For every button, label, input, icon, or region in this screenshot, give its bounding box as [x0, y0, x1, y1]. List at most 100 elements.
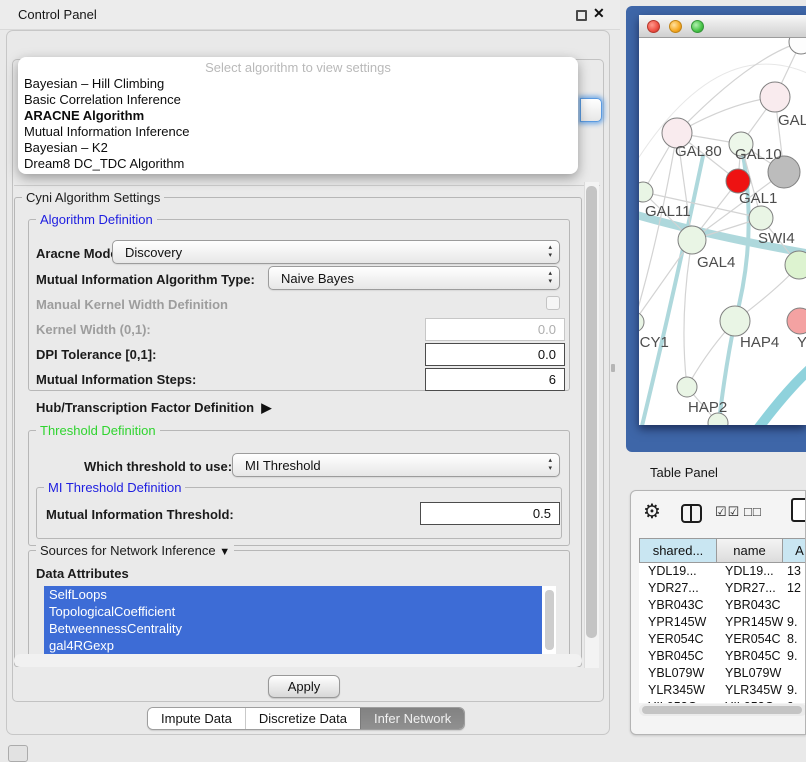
document-icon[interactable] — [791, 498, 806, 522]
apply-button[interactable]: Apply — [268, 675, 340, 698]
table-panel-title: Table Panel — [650, 465, 718, 480]
zoom-traffic-light-icon[interactable] — [691, 20, 704, 33]
tab-impute-data[interactable]: Impute Data — [148, 708, 245, 729]
algorithm-option[interactable]: Mutual Information Inference — [24, 124, 572, 140]
kernel-width-field[interactable]: 0.0 — [425, 318, 565, 341]
dpi-tolerance-field[interactable]: 0.0 — [425, 343, 565, 366]
table-cell: YBL079W — [639, 665, 717, 682]
tab-discretize-data[interactable]: Discretize Data — [245, 708, 360, 729]
column-header[interactable]: shared... — [639, 538, 717, 563]
panel-splitter[interactable] — [611, 364, 615, 372]
table-row[interactable]: YBL079WYBL079W — [639, 665, 806, 682]
mi-steps-field[interactable]: 6 — [425, 368, 565, 391]
data-attribute-option[interactable]: TopologicalCoefficient — [44, 603, 542, 620]
table-row[interactable]: YLR345WYLR345W9. — [639, 682, 806, 699]
algorithm-options: Bayesian – Hill ClimbingBasic Correlatio… — [24, 76, 572, 172]
data-attributes-list[interactable]: SelfLoopsTopologicalCoefficientBetweenne… — [44, 586, 556, 656]
node-label: GCY1 — [639, 334, 669, 351]
table-cell: YDR27... — [717, 580, 783, 597]
network-node-gal1[interactable] — [749, 206, 773, 230]
table-cell — [783, 597, 806, 614]
control-panel-titlebar: Control Panel ✕ — [0, 0, 620, 30]
mi-threshold-field[interactable]: 0.5 — [420, 502, 560, 525]
chevron-updown-icon: ▴▾ — [548, 244, 552, 260]
network-node-hap4[interactable] — [720, 306, 750, 336]
data-attributes-label: Data Attributes — [36, 566, 129, 581]
aracne-mode-select[interactable]: Discovery ▴▾ — [112, 240, 560, 264]
scrollbar-thumb[interactable] — [642, 706, 802, 714]
node-label: GAL — [778, 112, 806, 129]
control-panel-title: Control Panel — [18, 7, 97, 22]
algorithm-option[interactable]: Bayesian – K2 — [24, 140, 572, 156]
table-cell: YDL19... — [717, 563, 783, 580]
kernel-width-label: Kernel Width (0,1): — [36, 322, 151, 337]
mi-type-select[interactable]: Naive Bayes ▴▾ — [268, 266, 560, 290]
horizontal-scrollbar[interactable] — [14, 654, 582, 667]
network-node-swi4[interactable] — [785, 251, 806, 279]
panel-grip[interactable] — [8, 745, 28, 762]
network-node-gcy1[interactable] — [639, 312, 644, 332]
network-window-titlebar[interactable] — [639, 15, 806, 38]
algorithm-option[interactable]: ARACNE Algorithm — [24, 108, 572, 124]
column-header[interactable]: name — [717, 538, 783, 563]
group-title: Algorithm Definition — [36, 212, 157, 227]
chevron-updown-icon: ▴▾ — [548, 457, 552, 473]
minimize-traffic-light-icon[interactable] — [669, 20, 682, 33]
expand-right-icon: ▶ — [261, 400, 271, 415]
network-canvas[interactable]: GALGAL80GAL10GAL1GAL11GAL4SWI4GCY1HAP4YH… — [639, 38, 806, 425]
tab-infer-network[interactable]: Infer Network — [360, 708, 464, 729]
close-icon[interactable]: ✕ — [593, 5, 605, 22]
list-scrollbar[interactable] — [545, 590, 554, 650]
mi-type-label: Mutual Information Algorithm Type: — [36, 272, 255, 287]
table-row[interactable]: YDL19...YDL19...13 — [639, 563, 806, 580]
data-attribute-option[interactable]: SelfLoops — [44, 586, 542, 603]
data-attribute-option[interactable]: gal4RGexp — [44, 637, 542, 654]
node-label: HAP4 — [740, 334, 779, 351]
network-node[interactable] — [789, 38, 806, 54]
table-row[interactable]: YER054CYER054C8. — [639, 631, 806, 648]
table-cell: 8. — [783, 631, 806, 648]
divider — [14, 185, 600, 186]
manual-kernel-checkbox[interactable] — [546, 296, 560, 310]
tab-label: Impute Data — [161, 711, 232, 726]
node-label: SWI4 — [758, 230, 795, 247]
table-cell: YIL052C — [717, 699, 783, 703]
network-edge — [684, 240, 692, 387]
gear-icon[interactable]: ⚙ — [643, 499, 661, 524]
columns-icon[interactable] — [681, 504, 702, 523]
scrollbar-thumb[interactable] — [586, 186, 597, 638]
close-traffic-light-icon[interactable] — [647, 20, 660, 33]
algorithm-select-fragment[interactable] — [580, 98, 602, 122]
deselect-all-icon[interactable]: □□ — [744, 504, 762, 519]
dropdown-placeholder: Select algorithm to view settings — [18, 60, 578, 75]
table-row[interactable]: YBR045CYBR045C9. — [639, 648, 806, 665]
table-horizontal-scrollbar[interactable] — [639, 704, 806, 716]
network-node-y[interactable] — [787, 308, 806, 334]
which-threshold-select[interactable]: MI Threshold ▴▾ — [232, 453, 560, 477]
table-cell: 9. — [783, 682, 806, 699]
algorithm-option[interactable]: Basic Correlation Inference — [24, 92, 572, 108]
sources-toggle[interactable]: Sources for Network Inference ▼ — [36, 543, 234, 558]
column-header[interactable]: A — [783, 538, 806, 563]
algorithm-option[interactable]: Dream8 DC_TDC Algorithm — [24, 156, 572, 172]
select-all-icon[interactable]: ☑☑ — [715, 504, 740, 520]
network-node-hap2[interactable] — [677, 377, 697, 397]
table-cell: 9. — [783, 614, 806, 631]
which-threshold-label: Which threshold to use: — [84, 459, 232, 474]
hub-definition-toggle[interactable]: Hub/Transcription Factor Definition ▶ — [36, 400, 271, 416]
table-cell: YPR145W — [717, 614, 783, 631]
table-cell: 13 — [783, 563, 806, 580]
float-window-icon[interactable] — [576, 10, 587, 21]
table-cell: YBL079W — [717, 665, 783, 682]
table-row[interactable]: YDR27...YDR27...12 — [639, 580, 806, 597]
algorithm-dropdown-popup: Select algorithm to view settings Bayesi… — [18, 57, 578, 174]
table-row[interactable]: YPR145WYPR145W9. — [639, 614, 806, 631]
algorithm-option[interactable]: Bayesian – Hill Climbing — [24, 76, 572, 92]
network-node-gal4[interactable] — [678, 226, 706, 254]
table-cell: YER054C — [639, 631, 717, 648]
table-row[interactable]: YIL052CYIL052C9. — [639, 699, 806, 703]
table-row[interactable]: YBR043CYBR043C — [639, 597, 806, 614]
data-attribute-option[interactable]: BetweennessCentrality — [44, 620, 542, 637]
table-cell: YBR043C — [639, 597, 717, 614]
network-node-gal[interactable] — [760, 82, 790, 112]
